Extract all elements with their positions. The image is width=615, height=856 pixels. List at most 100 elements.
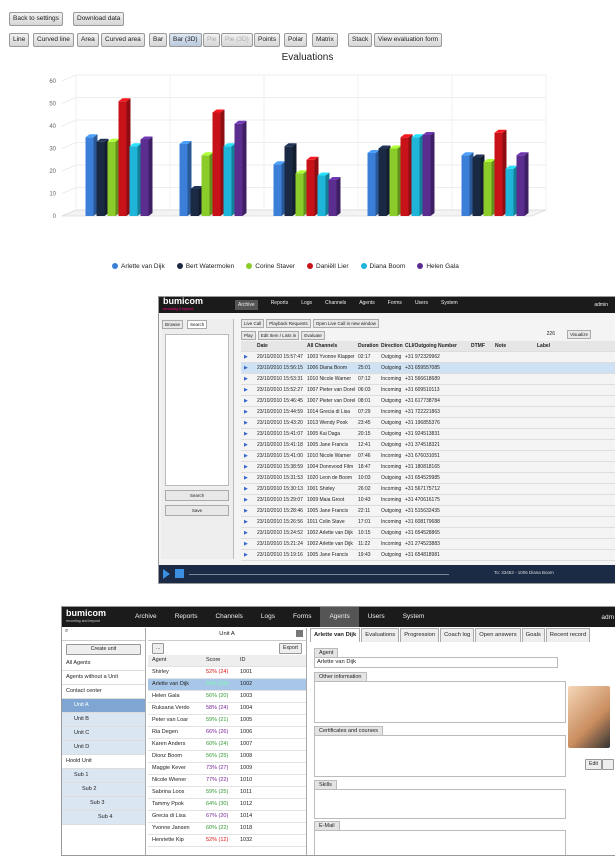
email-box[interactable] — [314, 830, 566, 855]
chart-type-polar-button[interactable]: Polar — [284, 33, 308, 47]
search-icon[interactable]: ⌕ — [62, 628, 145, 641]
agent-row[interactable]: Tammy Ppok 64% (30) 1012 — [148, 799, 306, 811]
table-row[interactable]: ▶ 23/10/2010 15:24:52 1002 Arlette van Dij… — [241, 528, 615, 539]
agent-row[interactable]: Arlette van Dijk 51% (24) 1002 — [148, 679, 306, 691]
table-row[interactable]: ▶ 23/10/2010 15:30:13 1001 Shirley 26:02 Inc… — [241, 484, 615, 495]
menu-archive[interactable]: Archive — [126, 607, 166, 627]
table-row[interactable]: ▶ 23/10/2010 15:19:16 1005 Jane Francis 19:… — [241, 550, 615, 561]
play-row-icon[interactable]: ▶ — [244, 539, 248, 549]
menu-users[interactable]: Users — [415, 300, 428, 310]
legend-item-bert-watermolen[interactable]: Bert Watermolen — [176, 263, 234, 270]
chart-type-pie-button[interactable]: Pie — [203, 33, 221, 47]
chart-type-area-button[interactable]: Area — [77, 33, 99, 47]
menu-system[interactable]: System — [394, 607, 434, 627]
play-row-icon[interactable]: ▶ — [244, 506, 248, 516]
tab-arlette-van-dijk[interactable]: Arlette van Dijk — [310, 628, 361, 642]
table-row[interactable]: ▶ 23/10/2010 15:31:53 1020 Leon de Boom 10:… — [241, 473, 615, 484]
export-button[interactable]: Export — [279, 643, 302, 654]
play-row-icon[interactable]: ▶ — [244, 407, 248, 417]
table-row[interactable]: ▶ 23/10/2010 15:52:27 1007 Pieter van Dore… — [241, 385, 615, 396]
agent-row[interactable]: Nicole Wiener 77% (22) 1010 — [148, 775, 306, 787]
edit-photo-button[interactable]: Edit — [585, 759, 602, 770]
column-cli-outgoing-number[interactable]: CLI/Outgoing Number — [405, 341, 457, 351]
chart-type-curved-line-button[interactable]: Curved line — [33, 33, 74, 47]
menu-logs[interactable]: Logs — [301, 300, 312, 310]
delete-photo-button[interactable] — [602, 759, 614, 770]
column-duration[interactable]: Duration — [358, 341, 379, 351]
play-row-icon[interactable]: ▶ — [244, 484, 248, 494]
table-row[interactable]: ▶ 23/10/2010 15:28:46 1005 Jane Francis 22:… — [241, 506, 615, 517]
skills-box[interactable] — [314, 789, 566, 819]
chart-type-bar-3d-button[interactable]: Bar (3D) — [169, 33, 202, 47]
other-info-box[interactable] — [314, 681, 566, 723]
legend-item-arlette-van-dijk[interactable]: Arlette van Dijk — [112, 263, 165, 270]
agent-row[interactable]: Ruksana Verdo 58% (24) 1004 — [148, 703, 306, 715]
visualize-button[interactable]: Visualize — [567, 330, 591, 339]
table-row[interactable]: ▶ 23/10/2010 15:41:07 1005 Kai Daga 20:15 Ou… — [241, 429, 615, 440]
stop-icon[interactable] — [175, 569, 184, 578]
chart-type-view-evaluation-form-button[interactable]: View evaluation form — [374, 33, 443, 47]
agent-row[interactable]: Maggie Kever 73% (27) 1009 — [148, 763, 306, 775]
column-dtmf[interactable]: DTMF — [471, 341, 485, 351]
agent-row[interactable]: Dionz Boom 56% (25) 1008 — [148, 751, 306, 763]
agent-row[interactable]: Sabrina Loos 59% (25) 1011 — [148, 787, 306, 799]
legend-item-corine-staver[interactable]: Corine Staver — [246, 263, 295, 270]
table-row[interactable]: ▶ 23/10/2010 15:46:45 1007 Pieter van Dore… — [241, 396, 615, 407]
agent-row[interactable]: Henriette Kip 52% (12) 1032 — [148, 835, 306, 847]
column-direction[interactable]: Direction — [381, 341, 403, 351]
unit-item-sub-2[interactable]: Sub 2 — [62, 783, 145, 797]
agent-row[interactable]: Yvonne Jansen 60% (22) 1018 — [148, 823, 306, 835]
legend-item-dani-ll-lier[interactable]: Daniëll Lier — [307, 263, 349, 270]
unit-item-sub-3[interactable]: Sub 3 — [62, 797, 145, 811]
column-date[interactable]: Date — [257, 341, 268, 351]
play-row-icon[interactable]: ▶ — [244, 418, 248, 428]
chart-type-curved-area-button[interactable]: Curved area — [101, 33, 145, 47]
download-data-button[interactable]: Download data — [73, 12, 125, 26]
play-row-icon[interactable]: ▶ — [244, 374, 248, 384]
menu-reports[interactable]: Reports — [166, 607, 207, 627]
table-row[interactable]: ▶ 23/10/2010 15:53:31 1010 Nicole Warner 07… — [241, 374, 615, 385]
table-row[interactable]: ▶ 23/10/2010 15:26:56 1011 Colin Stave 17:0… — [241, 517, 615, 528]
save-search-button[interactable]: Save — [165, 505, 229, 516]
menu-agents[interactable]: Agents — [320, 607, 359, 627]
unit-item-all-agents[interactable]: All Agents — [62, 657, 145, 671]
agent-row[interactable]: Ria Degen 66% (26) 1006 — [148, 727, 306, 739]
play-row-icon[interactable]: ▶ — [244, 473, 248, 483]
table-row[interactable]: ▶ 23/10/2010 15:56:15 1006 Diana Boom 25:01… — [241, 363, 615, 374]
tab-goals[interactable]: Goals — [521, 628, 545, 642]
play-row-icon[interactable]: ▶ — [244, 462, 248, 472]
table-row[interactable]: ▶ 23/10/2010 15:38:59 1004 Donnvood Film 18… — [241, 462, 615, 473]
unit-item-agents-without-a-unit[interactable]: Agents without a Unit — [62, 671, 145, 685]
chart-type-matrix-button[interactable]: Matrix — [312, 33, 338, 47]
tab-browse[interactable]: Browse — [162, 320, 184, 329]
chart-type-points-button[interactable]: Points — [254, 33, 281, 47]
column-all-channels[interactable]: All Channels — [307, 341, 337, 351]
back-to-settings-button[interactable]: Back to settings — [9, 12, 63, 26]
agent-name-field[interactable]: Arlette van Dijk — [314, 657, 558, 668]
user-name[interactable]: admin — [594, 302, 615, 308]
menu-forms[interactable]: Forms — [284, 607, 320, 627]
playback-requests-button[interactable]: Playback Requests — [266, 319, 311, 328]
table-row[interactable]: ▶ 23/10/2010 15:21:24 1002 Arlette van Dij… — [241, 539, 615, 550]
agent-row[interactable]: Helen Gala 56% (20) 1003 — [148, 691, 306, 703]
menu-archive[interactable]: Archive — [235, 300, 258, 310]
playback-slider[interactable] — [189, 574, 449, 575]
table-row[interactable]: ▶ 23/10/2010 15:41:18 1005 Jane Francis 12:… — [241, 440, 615, 451]
table-row[interactable]: ▶ 23/10/2010 15:29:07 1009 Maia Groot 10:43… — [241, 495, 615, 506]
menu-channels[interactable]: Channels — [325, 300, 346, 310]
tab-evaluate[interactable]: Evaluate — [301, 331, 325, 340]
play-row-icon[interactable]: ▶ — [244, 495, 248, 505]
unit-item-sub-4[interactable]: Sub 4 — [62, 811, 145, 825]
play-row-icon[interactable]: ▶ — [244, 517, 248, 527]
unit-item-hoold-unit[interactable]: Hoold Unit — [62, 755, 145, 769]
tab-evaluations[interactable]: Evaluations — [361, 628, 400, 642]
menu-logs[interactable]: Logs — [252, 607, 284, 627]
create-unit-button[interactable]: Create unit — [66, 644, 141, 655]
unit-item-unit-a[interactable]: Unit A — [62, 699, 145, 713]
unit-item-unit-d[interactable]: Unit D — [62, 741, 145, 755]
search-filters[interactable] — [165, 334, 229, 486]
tab-progression[interactable]: Progression — [400, 628, 440, 642]
unit-menu-icon[interactable] — [296, 630, 303, 637]
search-button[interactable]: Search — [165, 490, 229, 501]
tab-recent-record[interactable]: Recent record — [545, 628, 591, 642]
